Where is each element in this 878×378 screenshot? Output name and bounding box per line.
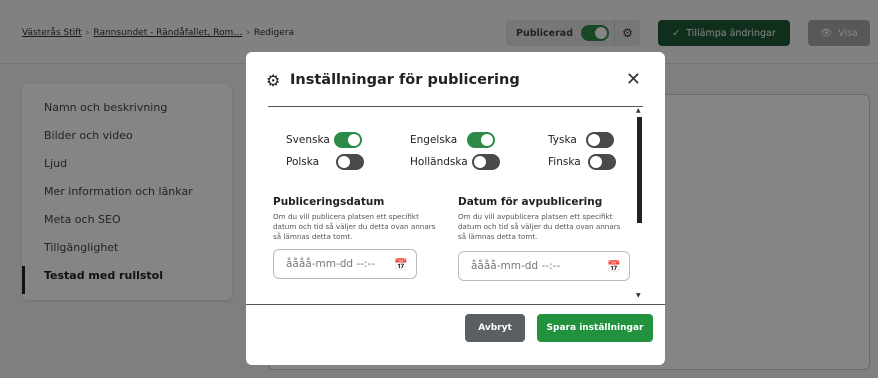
scrollbar[interactable] xyxy=(637,117,642,223)
calendar-icon[interactable]: 📅 xyxy=(607,260,621,273)
gear-icon: ⚙ xyxy=(266,71,281,90)
publish-settings-modal: ⚙ Inställningar för publicering ✕ Svensk… xyxy=(246,52,665,365)
publish-date-title: Publiceringsdatum xyxy=(273,196,385,208)
scroll-down-arrow-icon[interactable]: ▼ xyxy=(636,292,641,299)
language-polish: Polska xyxy=(286,154,365,170)
swedish-toggle[interactable] xyxy=(333,132,362,148)
unpublish-date-section: Datum för avpublicering Om du vill avpub… xyxy=(458,196,630,281)
german-toggle[interactable] xyxy=(585,132,614,148)
finnish-toggle[interactable] xyxy=(587,154,616,170)
language-finnish: Finska xyxy=(548,154,616,170)
language-english: Engelska xyxy=(410,132,496,148)
dutch-toggle[interactable] xyxy=(471,154,500,170)
language-label: Polska xyxy=(286,156,320,168)
publish-date-section: Publiceringsdatum Om du vill publicera p… xyxy=(273,196,443,279)
close-icon[interactable]: ✕ xyxy=(626,69,641,90)
unpublish-date-input[interactable]: åååå-mm-dd --:-- 📅 xyxy=(458,251,630,281)
publish-date-description: Om du vill publicera platsen ett specifi… xyxy=(273,212,436,241)
english-toggle[interactable] xyxy=(467,132,496,148)
language-label: Holländska xyxy=(410,156,468,168)
publish-date-input[interactable]: åååå-mm-dd --:-- 📅 xyxy=(273,249,417,279)
modal-header: ⚙ Inställningar för publicering ✕ xyxy=(246,52,665,107)
scroll-up-arrow-icon[interactable]: ▲ xyxy=(636,107,641,114)
divider xyxy=(246,304,665,305)
save-settings-button[interactable]: Spara inställningar xyxy=(537,314,653,342)
modal-title: Inställningar för publicering xyxy=(290,72,520,88)
unpublish-date-placeholder: åååå-mm-dd --:-- xyxy=(471,260,561,272)
language-label: Engelska xyxy=(410,134,458,146)
modal-body: Svenska Engelska Tyska Polska Holländska… xyxy=(246,108,665,304)
language-german: Tyska xyxy=(548,132,614,148)
unpublish-date-title: Datum för avpublicering xyxy=(458,196,603,208)
language-toggles: Svenska Engelska Tyska Polska Holländska… xyxy=(286,132,626,176)
language-label: Svenska xyxy=(286,134,330,146)
language-label: Tyska xyxy=(548,134,577,146)
publish-date-placeholder: åååå-mm-dd --:-- xyxy=(286,258,376,270)
calendar-icon[interactable]: 📅 xyxy=(394,258,408,271)
divider xyxy=(268,106,643,107)
polish-toggle[interactable] xyxy=(336,154,365,170)
language-label: Finska xyxy=(548,156,581,168)
language-dutch: Holländska xyxy=(410,154,500,170)
unpublish-date-description: Om du vill avpublicera platsen ett speci… xyxy=(458,212,621,241)
cancel-button[interactable]: Avbryt xyxy=(465,314,525,342)
language-swedish: Svenska xyxy=(286,132,362,148)
